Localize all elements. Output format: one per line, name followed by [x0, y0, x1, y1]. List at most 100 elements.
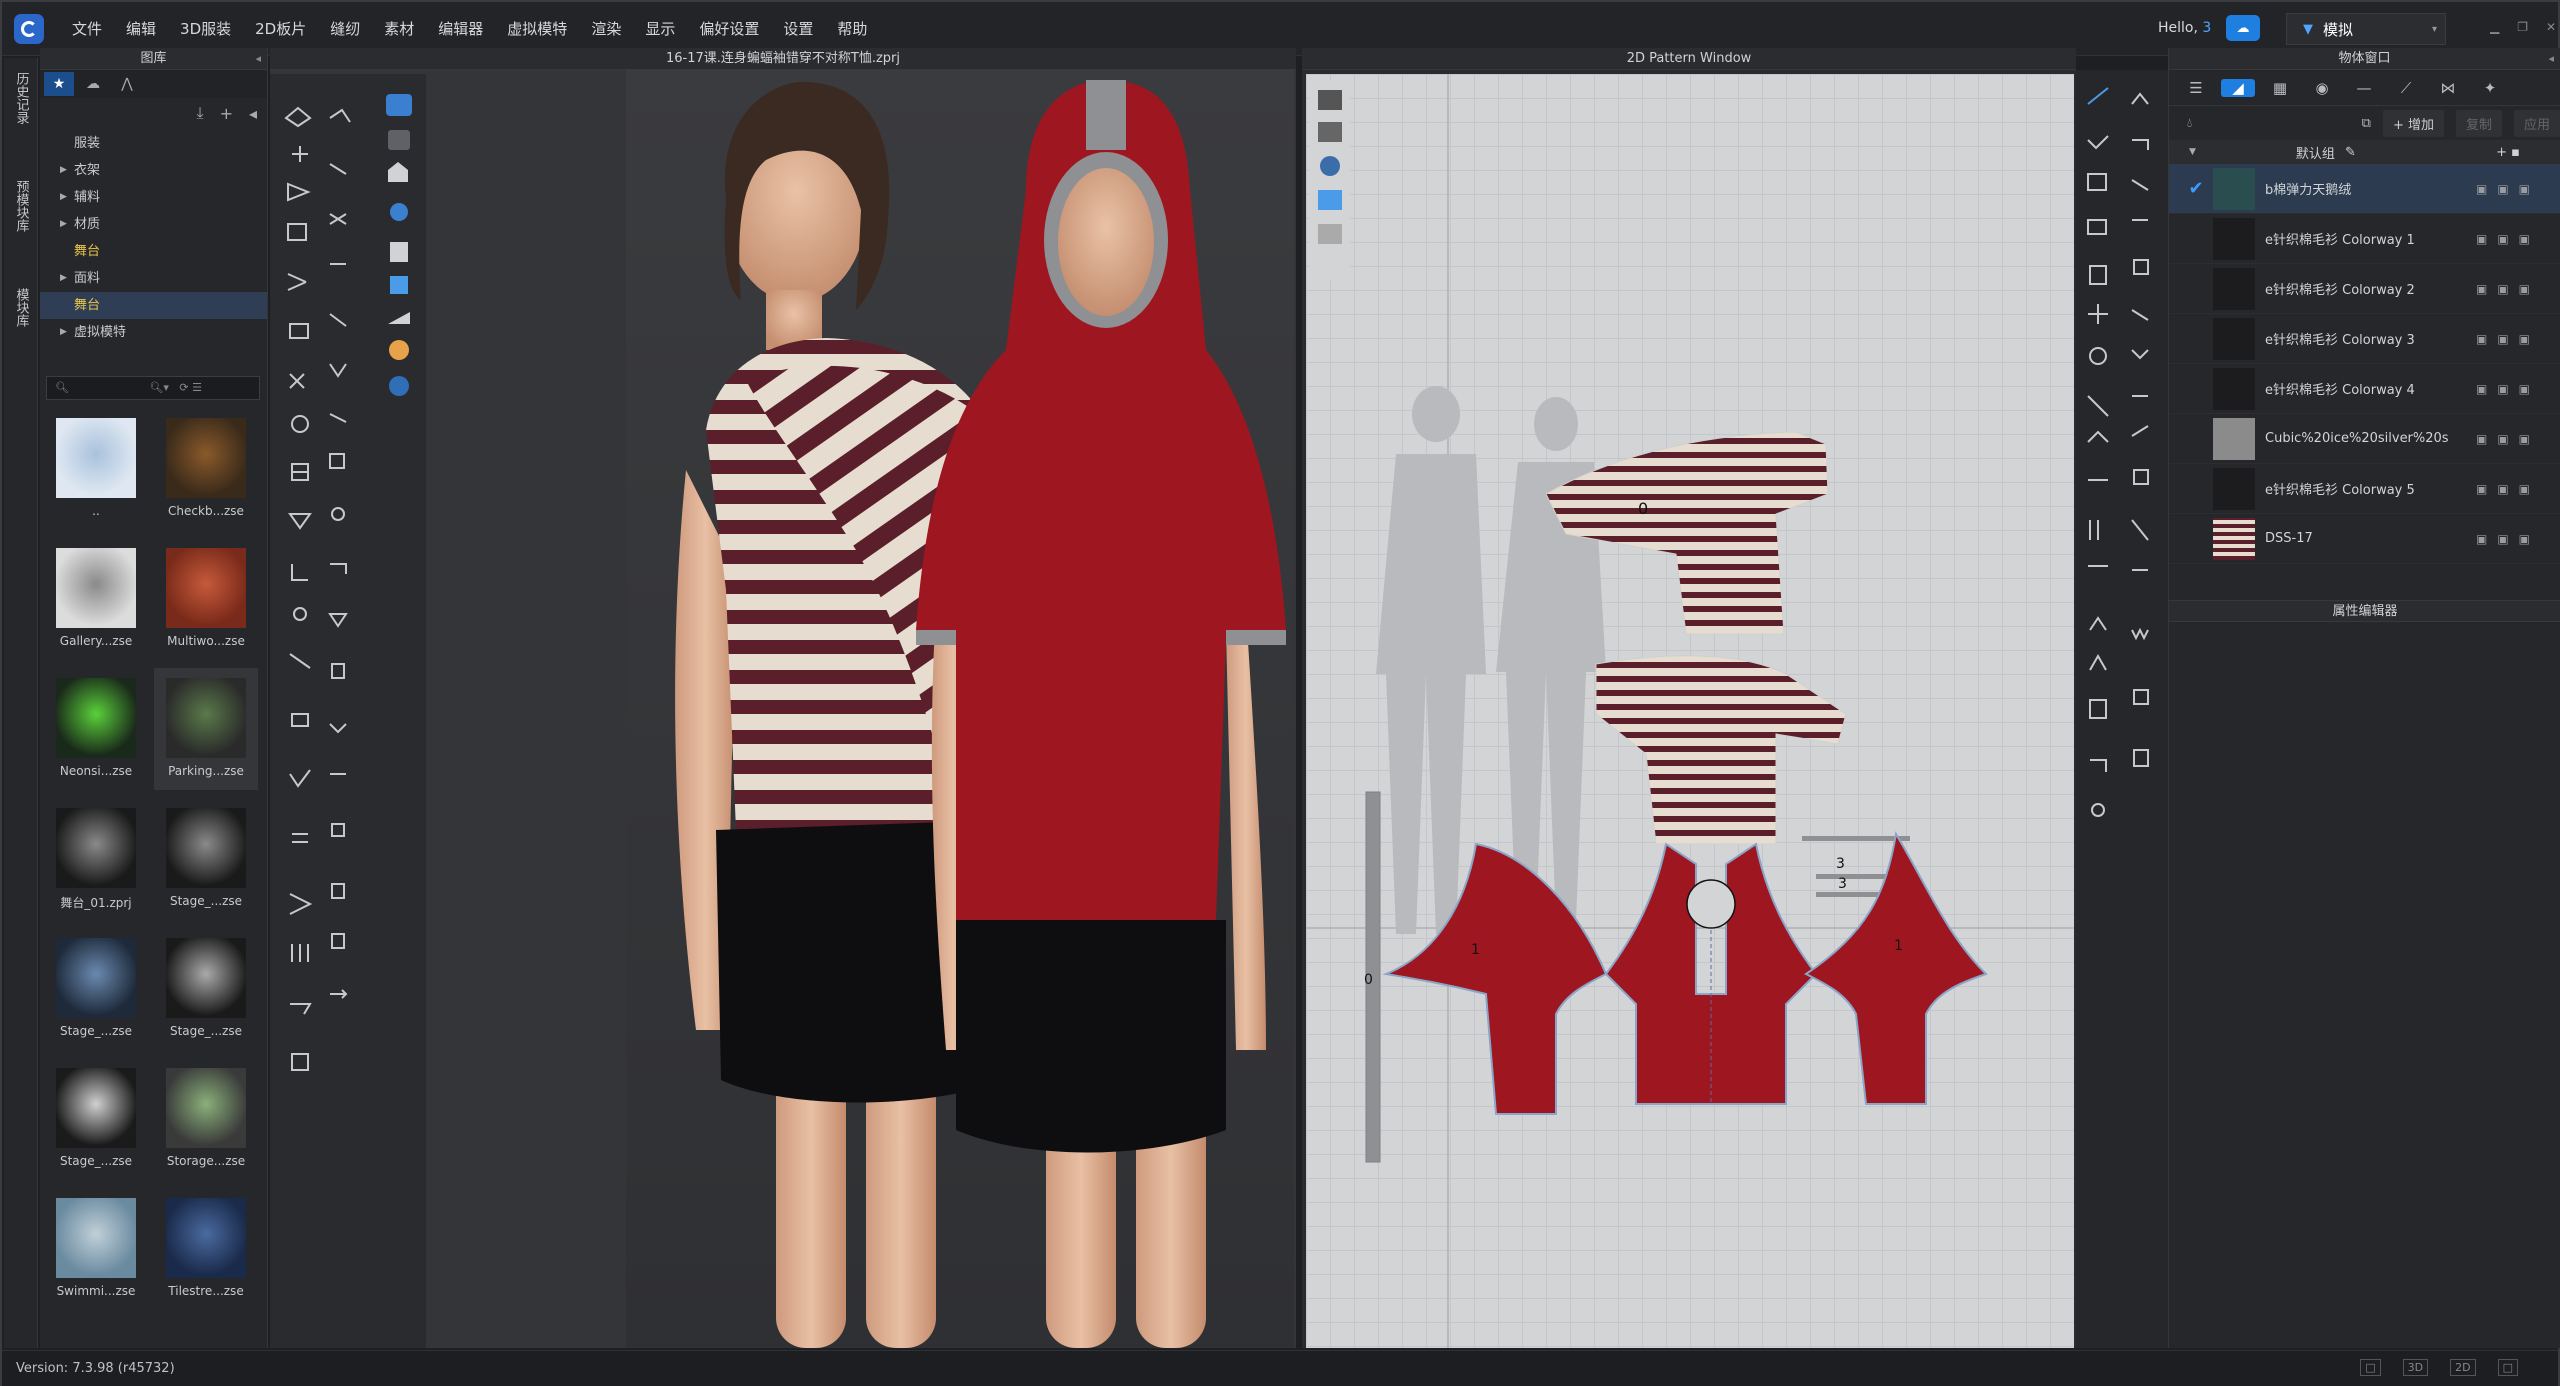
mode-selector[interactable]: ▼ 模拟 ▾ — [2286, 13, 2446, 45]
tool-k-icon[interactable] — [328, 613, 348, 628]
3d-scene[interactable] — [626, 70, 1294, 1348]
garment-display-icon[interactable] — [388, 130, 410, 150]
2d-line-icon[interactable] — [2131, 519, 2149, 541]
avatar-right[interactable] — [916, 80, 1286, 1348]
tree-item[interactable]: ▶ 虚拟模特 — [40, 319, 267, 346]
add-to-pattern-icon[interactable]: ▣ — [2476, 182, 2487, 196]
tool-l-icon[interactable] — [331, 663, 345, 679]
library-thumbnail[interactable]: Neonsi...zse — [44, 668, 148, 790]
button-tool-icon[interactable] — [291, 713, 309, 727]
delete-icon[interactable]: ▣ — [2519, 532, 2530, 546]
avatar-tool-icon[interactable] — [291, 415, 309, 433]
fabric-row[interactable]: e针织棉毛衫 Colorway 2 ▣ ▣ ▣ — [2169, 264, 2560, 314]
tree-item[interactable]: ▶ 材质 — [40, 211, 267, 238]
delete-icon[interactable]: ▣ — [2519, 182, 2530, 196]
library-search-input[interactable]: 🔍︎ 🔍︎▾ ⟳ ☰ — [46, 376, 260, 400]
puckering-icon[interactable]: ⋈ — [2431, 79, 2465, 97]
2d-pin-icon[interactable] — [2091, 803, 2105, 817]
tab-history[interactable]: 历史记录 — [11, 64, 31, 132]
light-display-icon[interactable] — [388, 312, 410, 324]
2d-tool-icons[interactable] — [2076, 70, 2168, 870]
copy-icon[interactable]: ▣ — [2497, 482, 2508, 496]
delete-icon[interactable]: ▣ — [2519, 432, 2530, 446]
chevron-right-icon[interactable]: ▶ — [60, 157, 67, 184]
view-2d-button[interactable]: 2D — [2450, 1359, 2476, 1376]
move-tool-icon[interactable] — [292, 146, 308, 162]
edit-pattern-icon[interactable] — [291, 564, 308, 581]
delete-icon[interactable]: ▣ — [2519, 382, 2530, 396]
tree-item[interactable]: ▶ 面料 — [40, 265, 267, 292]
tool-r-icon[interactable] — [330, 989, 348, 999]
2d-grading-icon[interactable] — [2089, 699, 2107, 719]
fabric-swatch[interactable] — [2213, 317, 2255, 360]
zipper-tool-icon[interactable] — [289, 769, 311, 788]
2d-internal-icon[interactable] — [2089, 265, 2107, 285]
fabric-row[interactable]: DSS-17 ▣ ▣ ▣ — [2169, 514, 2560, 564]
pattern-pieces[interactable]: 0 0 3 3 3 1 1 — [1306, 74, 2074, 1348]
fabric-row[interactable]: e针织棉毛衫 Colorway 5 ▣ ▣ ▣ — [2169, 464, 2560, 514]
restore-icon[interactable]: ❐ — [2517, 20, 2528, 34]
user-name[interactable]: 3 — [2202, 20, 2211, 36]
3d-avatars[interactable] — [626, 70, 1294, 1348]
chevron-right-icon[interactable]: ▶ — [60, 265, 67, 292]
pin-icon[interactable]: ◂ — [255, 48, 261, 70]
back-icon[interactable]: ◂ — [249, 104, 257, 123]
sphere-display-icon[interactable] — [390, 203, 408, 221]
library-thumbnail[interactable]: Storage...zse — [154, 1058, 258, 1180]
2d-polygon-icon[interactable] — [2087, 219, 2107, 235]
add-to-pattern-icon[interactable]: ▣ — [2476, 332, 2487, 346]
tree-item[interactable]: 舞台 — [40, 238, 267, 265]
marketplace-icon[interactable]: ⋀ — [112, 72, 142, 96]
add-to-pattern-icon[interactable]: ▣ — [2476, 282, 2487, 296]
2d-layer-icon[interactable] — [2133, 469, 2149, 485]
2d-texture-edit-icon[interactable] — [2090, 759, 2107, 772]
copy-icon[interactable]: ▣ — [2497, 232, 2508, 246]
tab-module-library[interactable]: 模块库 — [11, 280, 31, 335]
texture-tool-icon[interactable] — [291, 463, 309, 481]
add-icon[interactable]: + — [220, 104, 233, 123]
library-thumbnail[interactable]: 舞台_01.zprj — [44, 798, 148, 920]
trim-2[interactable] — [1816, 874, 1886, 879]
fabric-swatch[interactable] — [2213, 417, 2255, 460]
library-thumbnail[interactable]: Stage_...zse — [154, 928, 258, 1050]
fold-arrange-icon[interactable] — [291, 944, 309, 962]
pattern-canvas[interactable]: 0 0 3 3 3 1 1 — [1306, 74, 2074, 1348]
walk-icon[interactable] — [329, 108, 351, 123]
tool-e-icon[interactable] — [329, 313, 347, 327]
tool-q-icon[interactable] — [331, 933, 345, 949]
trim-icon[interactable]: ✦ — [2473, 79, 2507, 97]
fabric-swatch[interactable] — [2213, 467, 2255, 510]
add-to-pattern-icon[interactable]: ▣ — [2476, 232, 2487, 246]
chevron-down-icon[interactable]: ▼ — [2189, 147, 2196, 157]
2d-segment-icon[interactable] — [2131, 92, 2149, 105]
fabric-tab-icon[interactable]: ◢ — [2221, 78, 2255, 97]
edit-icon[interactable]: ✎ — [2345, 145, 2356, 160]
2d-curve-icon[interactable] — [2132, 139, 2149, 150]
view-3d-button[interactable]: 3D — [2402, 1359, 2429, 1376]
tack-tool-icon[interactable] — [291, 1053, 309, 1071]
3d-tool-icons[interactable] — [270, 74, 376, 1348]
copy-icon[interactable]: ▣ — [2497, 332, 2508, 346]
tool-o-icon[interactable] — [331, 823, 345, 837]
add-to-pattern-icon[interactable]: ▣ — [2476, 482, 2487, 496]
copy-icon[interactable]: ▣ — [2497, 432, 2508, 446]
library-thumbnail[interactable]: Stage_...zse — [44, 1058, 148, 1180]
delete-icon[interactable]: ▣ — [2519, 482, 2530, 496]
add-to-pattern-icon[interactable]: ▣ — [2476, 532, 2487, 546]
shirt-display-icon[interactable] — [388, 162, 408, 182]
apply-fabric-button[interactable]: 应用 — [2513, 109, 2560, 137]
pattern-piece-back-stripe[interactable] — [1595, 655, 1847, 845]
fabric-swatch[interactable] — [2213, 167, 2255, 210]
tool-p-icon[interactable] — [331, 883, 345, 899]
2d-transform-icon[interactable] — [2087, 87, 2109, 105]
2d-trace-icon[interactable] — [2131, 425, 2149, 437]
tool-b-icon[interactable] — [329, 163, 347, 175]
3d-display-icons[interactable] — [376, 74, 426, 474]
fabric-row[interactable]: Cubic%20ice%20silver%20s ▣ ▣ ▣ — [2169, 414, 2560, 464]
view-single-button[interactable]: □ — [2360, 1359, 2381, 1376]
2d-text-a-icon[interactable] — [2089, 616, 2107, 631]
puckering-tool-icon[interactable] — [289, 893, 313, 915]
tree-item[interactable]: 舞台 — [40, 292, 267, 319]
copy-icon[interactable]: ▣ — [2497, 282, 2508, 296]
2d-dart-icon[interactable] — [2088, 304, 2108, 324]
